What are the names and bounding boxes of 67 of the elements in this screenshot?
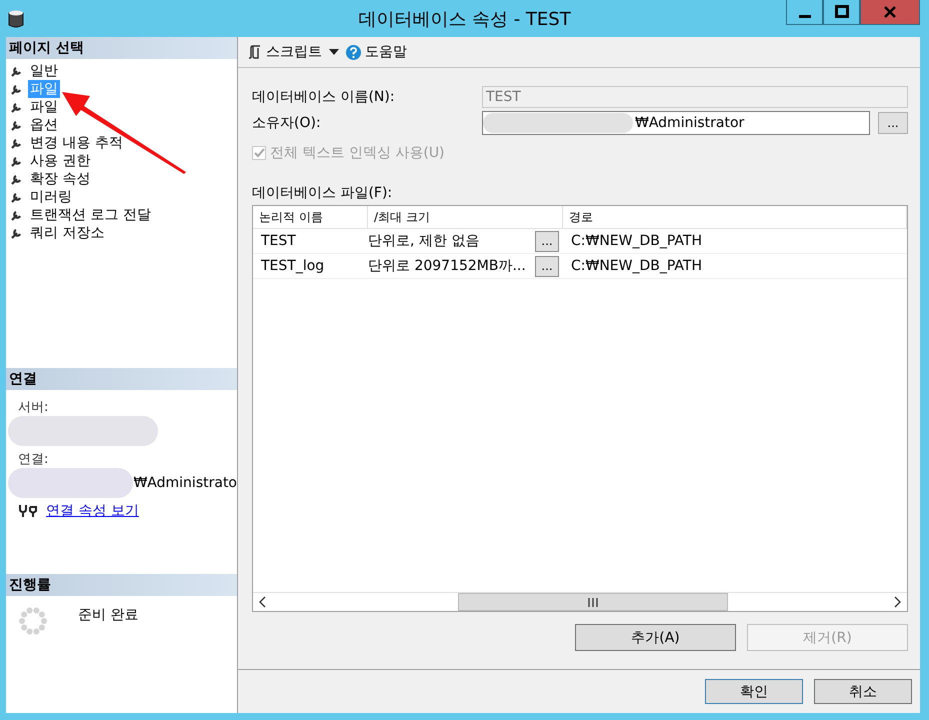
page-item[interactable]: 일반	[28, 62, 60, 80]
page-item[interactable]: 파일	[28, 98, 60, 116]
connection-value: ₩Administrato	[133, 475, 237, 491]
wrench-icon	[11, 137, 23, 149]
files-label: 데이터베이스 파일(F):	[252, 184, 394, 202]
chevron-right-icon	[893, 596, 901, 608]
section-header: 진행률	[6, 574, 237, 596]
table-cell: 단위로 2097152MB까...	[368, 257, 526, 275]
help-button[interactable]: 도움말	[344, 43, 409, 61]
help-icon	[346, 44, 361, 60]
wrench-icon	[11, 173, 23, 185]
column-header[interactable]: 논리적 이름	[253, 206, 368, 228]
connection-properties-link[interactable]: 연결 속성 보기	[46, 502, 139, 520]
add-button[interactable]: 추가(A)	[575, 624, 736, 651]
chevron-left-icon	[259, 596, 267, 608]
section-header: 연결	[6, 368, 237, 390]
page-item[interactable]: 확장 속성	[28, 170, 92, 188]
column-header[interactable]: /최대 크기	[368, 206, 563, 228]
script-button[interactable]: 스크립트	[246, 43, 324, 61]
dropdown-caret-icon[interactable]	[328, 47, 340, 57]
wrench-icon	[11, 101, 23, 113]
database-name-field[interactable]: TEST	[482, 86, 908, 108]
owner-field[interactable]: ₩Administrator	[482, 111, 870, 135]
close-button[interactable]	[860, 0, 920, 25]
table-cell: 단위로, 제한 없음	[368, 232, 480, 250]
database-icon	[8, 8, 24, 28]
field-label: 데이터베이스 이름(N):	[252, 88, 396, 106]
cancel-button[interactable]: 취소	[814, 679, 912, 704]
wrench-icon	[11, 65, 23, 77]
browse-button[interactable]: ...	[535, 256, 559, 276]
checkbox-label: 전체 텍스트 인덱싱 사용(U)	[270, 144, 445, 162]
page-item[interactable]: 쿼리 저장소	[28, 224, 106, 242]
page-item[interactable]: 변경 내용 추적	[28, 134, 125, 152]
maximize-button[interactable]	[823, 0, 860, 25]
wrench-icon	[11, 227, 23, 239]
page-item[interactable]: 트랜잭션 로그 전달	[28, 206, 153, 224]
window-title: 데이터베이스 속성 - TEST	[358, 9, 571, 30]
ok-button[interactable]: 확인	[705, 679, 803, 704]
table-cell-text: C:₩NEW_DB_PATH	[570, 232, 703, 251]
table-cell-text: TEST_log	[260, 257, 326, 276]
minimize-button[interactable]	[786, 0, 823, 25]
minimize-icon	[798, 15, 810, 18]
column-header[interactable]: 경로	[563, 206, 907, 228]
table-cell-text: C:₩NEW_DB_PATH	[570, 257, 703, 276]
browse-button[interactable]: ...	[535, 230, 559, 252]
wrench-icon	[11, 119, 23, 131]
browse-button[interactable]: ...	[878, 112, 908, 134]
wrench-icon	[11, 209, 23, 221]
connection-label: 연결:	[18, 451, 50, 468]
maximize-icon	[834, 5, 848, 19]
scrollbar-thumb[interactable]	[458, 593, 728, 611]
plug-icon	[18, 504, 38, 518]
page-item[interactable]: 사용 권한	[28, 152, 92, 170]
page-item[interactable]: 미러링	[28, 188, 74, 206]
progress-status: 준비 완료	[78, 606, 138, 625]
grip-icon	[588, 598, 598, 606]
spinner-icon	[18, 606, 48, 636]
table-cell-text: TEST	[260, 232, 297, 251]
close-icon	[883, 5, 897, 19]
field-label: 소유자(O):	[252, 114, 322, 132]
server-label: 서버:	[18, 399, 50, 416]
wrench-icon	[11, 83, 23, 95]
section-header: 페이지 선택	[6, 37, 237, 59]
page-item[interactable]: 옵션	[28, 116, 60, 134]
wrench-icon	[11, 191, 23, 203]
scroll-icon	[248, 45, 262, 59]
wrench-icon	[11, 155, 23, 167]
